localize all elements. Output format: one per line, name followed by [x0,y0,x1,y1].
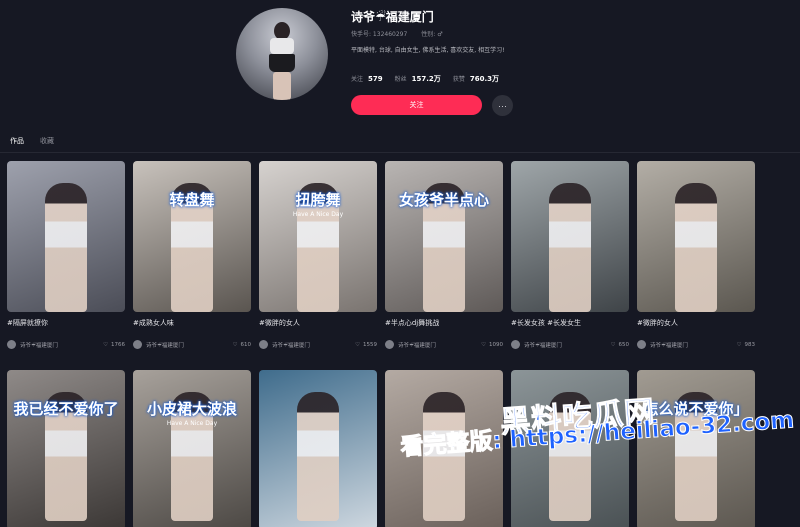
profile-meta: 快手号: 132460297 性别: ♂ [351,29,443,38]
video-meta: 诗爷☔福建厦门 ♡ 650 [511,340,629,349]
video-grid: #隔屏就撩你 诗爷☔福建厦门 ♡ 1766 转盘舞 #成熟女人味 诗爷☔福建厦门 ♡ 610 扭胯… [7,161,767,527]
thumbnail-caption: 转盘舞 [169,191,215,209]
video-thumbnail[interactable] [7,161,125,312]
likes: ♡ 1766 [103,342,125,348]
profile-stats: 关注 579 粉丝 157.2万 获赞 760.3万 [351,74,499,84]
video-meta: 诗爷☔福建厦门 ♡ 1559 [259,340,377,349]
thumbnail-figure [297,392,339,521]
likes: ♡ 610 [233,342,251,348]
stat-likes: 获赞 760.3万 [452,75,499,83]
video-meta: 诗爷☔福建厦门 ♡ 1766 [7,340,125,349]
profile-id: 快手号: 132460297 [351,31,408,38]
author-name: 诗爷☔福建厦门 [20,342,58,349]
thumbnail-caption: 扭胯舞 [295,191,341,209]
author-avatar [7,340,16,349]
profile-bio: 平面模特, 台球, 自由女生, 佛系生活, 喜欢交友, 相互学习! [351,47,505,54]
likes: ♡ 1559 [355,342,377,348]
heart-icon: ♡ [355,341,360,348]
heart-icon: ♡ [610,341,616,348]
thumbnail-subcaption: Have A Nice Day [166,420,218,427]
more-options-button[interactable]: ··· [492,95,513,116]
video-thumbnail[interactable] [511,161,629,312]
like-count: 650 [618,341,630,348]
thumbnail-figure [45,183,87,312]
tab-works[interactable]: 作品 [10,136,24,153]
video-meta: 诗爷☔福建厦门 ♡ 610 [133,340,251,349]
stat-following[interactable]: 关注 579 [351,74,383,83]
video-thumbnail[interactable]: 转盘舞 [133,161,251,312]
thumbnail-figure [675,183,717,312]
profile-avatar[interactable] [236,8,328,100]
video-title[interactable]: #成熟女人味 [133,318,251,328]
like-count: 1766 [111,341,125,348]
tabs-divider [0,152,800,153]
thumbnail-figure [549,183,591,312]
video-title[interactable]: #隔屏就撩你 [7,318,125,328]
follow-button[interactable]: 关注 [351,95,482,115]
likes: ♡ 650 [611,342,629,348]
video-card[interactable]: #隔屏就撩你诗爷☔福建厦门 ♡ 1766 [7,161,125,349]
video-thumbnail[interactable]: 扭胯舞 Have A Nice Day [259,161,377,312]
video-title[interactable]: #半点心dj舞挑战 [385,318,503,328]
profile-gender: 性别: ♂ [421,31,443,38]
heart-icon: ♡ [481,341,486,348]
thumbnail-caption: 小皮裙大波浪 [146,400,237,418]
video-card[interactable]: 怎么说不爱你」 [637,370,755,527]
likes: ♡ 1090 [481,342,503,348]
video-card[interactable]: 扭胯舞 Have A Nice Day #微胖的女人诗爷☔福建厦门 ♡ 1559 [259,161,377,349]
video-thumbnail[interactable]: 怎么说不爱你」 [637,370,755,527]
thumbnail-caption: 我已经不爱你了 [13,400,119,418]
thumbnail-caption: 女孩爷半点心 [398,191,489,209]
video-card[interactable]: 女孩爷半点心 #半点心dj舞挑战诗爷☔福建厦门 ♡ 1090 [385,161,503,349]
author-avatar [385,340,394,349]
author-name: 诗爷☔福建厦门 [524,342,562,349]
like-count: 610 [240,341,252,348]
author-avatar [637,340,646,349]
video-meta: 诗爷☔福建厦门 ♡ 983 [637,340,755,349]
likes: ♡ 983 [737,342,755,348]
heart-icon: ♡ [736,341,742,348]
like-count: 1090 [489,341,503,348]
author-name: 诗爷☔福建厦门 [272,342,310,349]
heart-icon: ♡ [232,341,238,348]
heart-icon: ♡ [103,341,108,348]
profile-name: 诗爷☔福建厦门 [351,10,434,24]
video-title[interactable]: #长发女孩 #长发女生 [511,318,629,328]
stat-followers[interactable]: 粉丝 157.2万 [395,74,441,84]
video-card[interactable]: 转盘舞 #成熟女人味诗爷☔福建厦门 ♡ 610 [133,161,251,349]
tab-favorites[interactable]: 收藏 [40,136,54,153]
author-avatar [259,340,268,349]
author-name: 诗爷☔福建厦门 [398,342,436,349]
video-card[interactable]: 我已经不爱你了 [7,370,125,527]
video-title[interactable]: #微胖的女人 [637,318,755,328]
profile-tabs: 作品 收藏 [10,136,54,153]
author-name: 诗爷☔福建厦门 [146,342,184,349]
video-meta: 诗爷☔福建厦门 ♡ 1090 [385,340,503,349]
video-thumbnail[interactable] [259,370,377,527]
video-thumbnail[interactable]: 女孩爷半点心 [385,161,503,312]
video-card[interactable]: #长发女孩 #长发女生诗爷☔福建厦门 ♡ 650 [511,161,629,349]
video-title[interactable]: #微胖的女人 [259,318,377,328]
author-name: 诗爷☔福建厦门 [650,342,688,349]
like-count: 1559 [363,341,377,348]
video-thumbnail[interactable]: 小皮裙大波浪 Have A Nice Day [133,370,251,527]
video-card[interactable] [259,370,377,527]
video-thumbnail[interactable] [637,161,755,312]
author-avatar [511,340,520,349]
video-card[interactable]: 小皮裙大波浪 Have A Nice Day [133,370,251,527]
like-count: 983 [744,341,756,348]
thumbnail-subcaption: Have A Nice Day [292,211,344,218]
video-thumbnail[interactable]: 我已经不爱你了 [7,370,125,527]
video-card[interactable]: #微胖的女人诗爷☔福建厦门 ♡ 983 [637,161,755,349]
author-avatar [133,340,142,349]
